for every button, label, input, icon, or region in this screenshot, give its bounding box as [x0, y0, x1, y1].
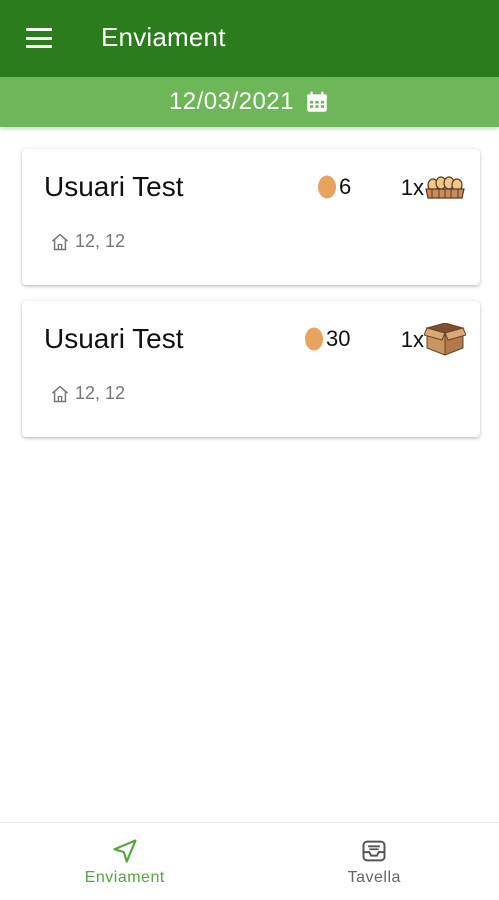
nav-item-enviament[interactable]: Enviament — [0, 823, 250, 900]
nav-label: Enviament — [84, 869, 165, 886]
calendar-icon[interactable] — [304, 89, 330, 115]
hamburger-menu-icon[interactable] — [26, 28, 52, 48]
selected-date: 12/03/2021 — [168, 88, 295, 115]
address: 12, 12 — [50, 383, 125, 404]
package-quantity: 1x — [400, 175, 424, 200]
app-screen: Enviament 12/03/2021 Usuari Test 6 1x 12… — [0, 0, 499, 900]
address-text: 12, 12 — [75, 231, 126, 251]
home-icon — [52, 384, 68, 402]
egg-count: 6 — [339, 174, 352, 199]
egg-icon — [318, 175, 336, 199]
home-icon — [52, 232, 68, 250]
package-quantity: 1x — [400, 327, 424, 352]
address-text: 12, 12 — [75, 383, 126, 403]
customer-name: Usuari Test — [44, 171, 184, 202]
egg-count-group: 6 — [317, 173, 351, 199]
egg-carton-icon — [425, 176, 465, 199]
inbox-tray-icon — [362, 840, 386, 862]
egg-icon — [305, 327, 323, 351]
delivery-card[interactable]: Usuari Test 6 1x 12, 12 — [22, 149, 480, 285]
package-group: 1x — [401, 323, 466, 357]
bottom-navigation: Enviament Tavella — [0, 822, 499, 900]
cardboard-box-icon — [424, 323, 466, 356]
nav-label: Tavella — [347, 869, 401, 886]
nav-item-tavella[interactable]: Tavella — [250, 823, 499, 900]
app-bar: Enviament — [0, 0, 499, 77]
egg-count-group: 30 — [304, 325, 350, 351]
navigation-arrow-icon — [113, 839, 137, 863]
address: 12, 12 — [50, 231, 125, 252]
date-selector[interactable]: 12/03/2021 — [0, 77, 499, 127]
customer-name: Usuari Test — [44, 323, 184, 354]
page-title: Enviament — [101, 22, 226, 52]
package-group: 1x — [401, 171, 466, 205]
egg-count: 30 — [326, 326, 351, 351]
delivery-card[interactable]: Usuari Test 30 1x 12, 12 — [22, 301, 480, 437]
